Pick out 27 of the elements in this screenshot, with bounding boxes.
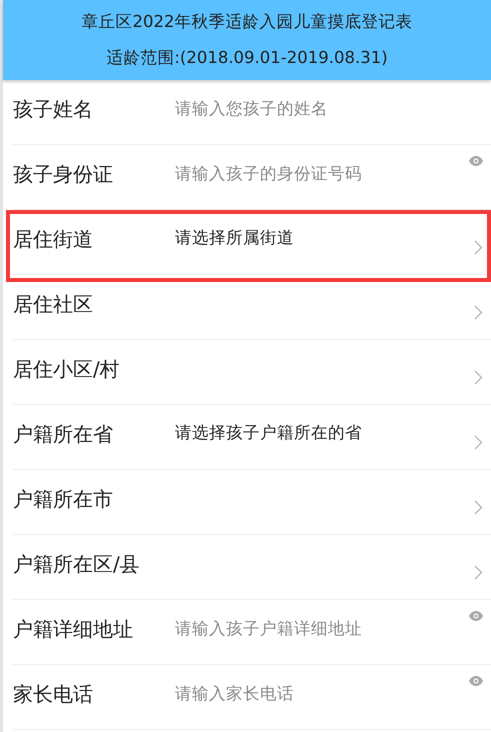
eye-icon[interactable]	[469, 676, 483, 686]
chevron-right-icon	[474, 435, 483, 450]
select-prompt[interactable]: 请选择所属街道	[175, 224, 294, 249]
field-label: 孩子身份证	[13, 161, 114, 188]
field-label: 家长电话	[13, 681, 94, 708]
field-label: 孩子姓名	[13, 96, 94, 123]
select-prompt[interactable]: 请选择孩子户籍所在的省	[175, 419, 362, 444]
form-title: 章丘区2022年秋季适龄入园儿童摸底登记表	[80, 11, 414, 33]
field-label: 居住小区/村	[13, 356, 121, 383]
chevron-right-icon	[474, 500, 483, 515]
field-label: 户籍所在市	[13, 486, 114, 513]
field-label: 户籍所在区/县	[13, 551, 141, 578]
field-label: 居住街道	[13, 226, 94, 253]
field-label: 户籍详细地址	[13, 616, 134, 643]
eye-icon[interactable]	[469, 156, 483, 166]
text-input-field[interactable]: 请输入家长电话	[175, 681, 445, 706]
text-input-field[interactable]: 请输入您孩子的姓名	[175, 96, 445, 121]
chevron-right-icon	[474, 565, 483, 580]
field-label: 居住社区	[13, 291, 94, 318]
field-label: 户籍所在省	[13, 421, 114, 448]
text-input-field[interactable]: 请输入孩子户籍详细地址	[175, 616, 445, 641]
age-range-text: 适龄范围:(2018.09.01-2019.08.31)	[105, 47, 389, 69]
chevron-right-icon	[474, 240, 483, 255]
chevron-right-icon	[474, 305, 483, 320]
chevron-right-icon	[474, 370, 483, 385]
eye-icon[interactable]	[469, 611, 483, 621]
text-input-field[interactable]: 请输入孩子的身份证号码	[175, 161, 445, 186]
